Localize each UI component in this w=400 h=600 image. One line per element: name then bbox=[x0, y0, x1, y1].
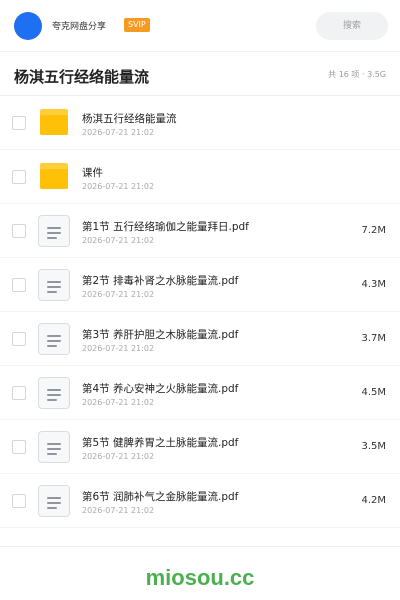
document-icon bbox=[38, 269, 70, 301]
select-checkbox[interactable] bbox=[12, 332, 26, 346]
item-size: 4.2M bbox=[361, 495, 386, 506]
list-item[interactable]: 杨淇五行经络能量流 2026-07-21 21:02 bbox=[0, 96, 400, 150]
top-bar: 夸克网盘分享 SVIP 搜索 bbox=[0, 0, 400, 52]
list-item[interactable]: 课件 2026-07-21 21:02 bbox=[0, 150, 400, 204]
select-checkbox[interactable] bbox=[12, 494, 26, 508]
avatar[interactable] bbox=[14, 12, 42, 40]
item-size: 7.2M bbox=[361, 225, 386, 236]
item-date: 2026-07-21 21:02 bbox=[82, 506, 155, 515]
select-checkbox[interactable] bbox=[12, 278, 26, 292]
item-name[interactable]: 第6节 润肺补气之金脉能量流.pdf bbox=[82, 489, 238, 504]
item-date: 2026-07-21 21:02 bbox=[82, 398, 155, 407]
watermark: miosou.cc bbox=[145, 565, 255, 590]
folder-icon bbox=[38, 107, 70, 139]
search-input[interactable]: 搜索 bbox=[316, 12, 388, 40]
item-date: 2026-07-21 21:02 bbox=[82, 182, 155, 191]
list-item[interactable]: 第1节 五行经络瑜伽之能量拜日.pdf 2026-07-21 21:02 7.2M bbox=[0, 204, 400, 258]
folder-icon bbox=[38, 161, 70, 193]
list-item[interactable]: 第5节 健脾养胃之土脉能量流.pdf 2026-07-21 21:02 3.5M bbox=[0, 420, 400, 474]
item-name[interactable]: 第4节 养心安神之火脉能量流.pdf bbox=[82, 381, 238, 396]
item-size: 3.7M bbox=[361, 333, 386, 344]
document-icon bbox=[38, 215, 70, 247]
item-size: 4.3M bbox=[361, 279, 386, 290]
select-checkbox[interactable] bbox=[12, 224, 26, 238]
app-name: 夸克网盘分享 bbox=[52, 22, 107, 32]
item-name[interactable]: 课件 bbox=[82, 165, 103, 180]
item-date: 2026-07-21 21:02 bbox=[82, 290, 155, 299]
list-item[interactable]: 第2节 排毒补肾之水脉能量流.pdf 2026-07-21 21:02 4.3M bbox=[0, 258, 400, 312]
item-name[interactable]: 第5节 健脾养胃之土脉能量流.pdf bbox=[82, 435, 238, 450]
folder-header: 杨淇五行经络能量流 共 16 项 · 3.5G bbox=[0, 52, 400, 96]
item-size: 4.5M bbox=[361, 387, 386, 398]
list-item[interactable]: 第6节 润肺补气之金脉能量流.pdf 2026-07-21 21:02 4.2M bbox=[0, 474, 400, 528]
select-checkbox[interactable] bbox=[12, 386, 26, 400]
footer: miosou.cc bbox=[0, 546, 400, 600]
select-checkbox[interactable] bbox=[12, 170, 26, 184]
item-name[interactable]: 第2节 排毒补肾之水脉能量流.pdf bbox=[82, 273, 238, 288]
svip-badge: SVIP bbox=[124, 18, 150, 32]
item-name[interactable]: 第1节 五行经络瑜伽之能量拜日.pdf bbox=[82, 219, 249, 234]
document-icon bbox=[38, 431, 70, 463]
select-checkbox[interactable] bbox=[12, 116, 26, 130]
item-size: 3.5M bbox=[361, 441, 386, 452]
item-date: 2026-07-21 21:02 bbox=[82, 128, 155, 137]
file-list: 杨淇五行经络能量流 2026-07-21 21:02 课件 2026-07-21 21… bbox=[0, 96, 400, 528]
item-date: 2026-07-21 21:02 bbox=[82, 452, 155, 461]
document-icon bbox=[38, 323, 70, 355]
select-checkbox[interactable] bbox=[12, 440, 26, 454]
item-name[interactable]: 杨淇五行经络能量流 bbox=[82, 111, 177, 126]
list-item[interactable]: 第3节 养肝护胆之木脉能量流.pdf 2026-07-21 21:02 3.7M bbox=[0, 312, 400, 366]
folder-meta: 共 16 项 · 3.5G bbox=[328, 70, 386, 79]
list-item[interactable]: 第4节 养心安神之火脉能量流.pdf 2026-07-21 21:02 4.5M bbox=[0, 366, 400, 420]
document-icon bbox=[38, 485, 70, 517]
item-date: 2026-07-21 21:02 bbox=[82, 344, 155, 353]
item-name[interactable]: 第3节 养肝护胆之木脉能量流.pdf bbox=[82, 327, 238, 342]
document-icon bbox=[38, 377, 70, 409]
item-date: 2026-07-21 21:02 bbox=[82, 236, 155, 245]
page-title: 杨淇五行经络能量流 bbox=[14, 68, 150, 86]
